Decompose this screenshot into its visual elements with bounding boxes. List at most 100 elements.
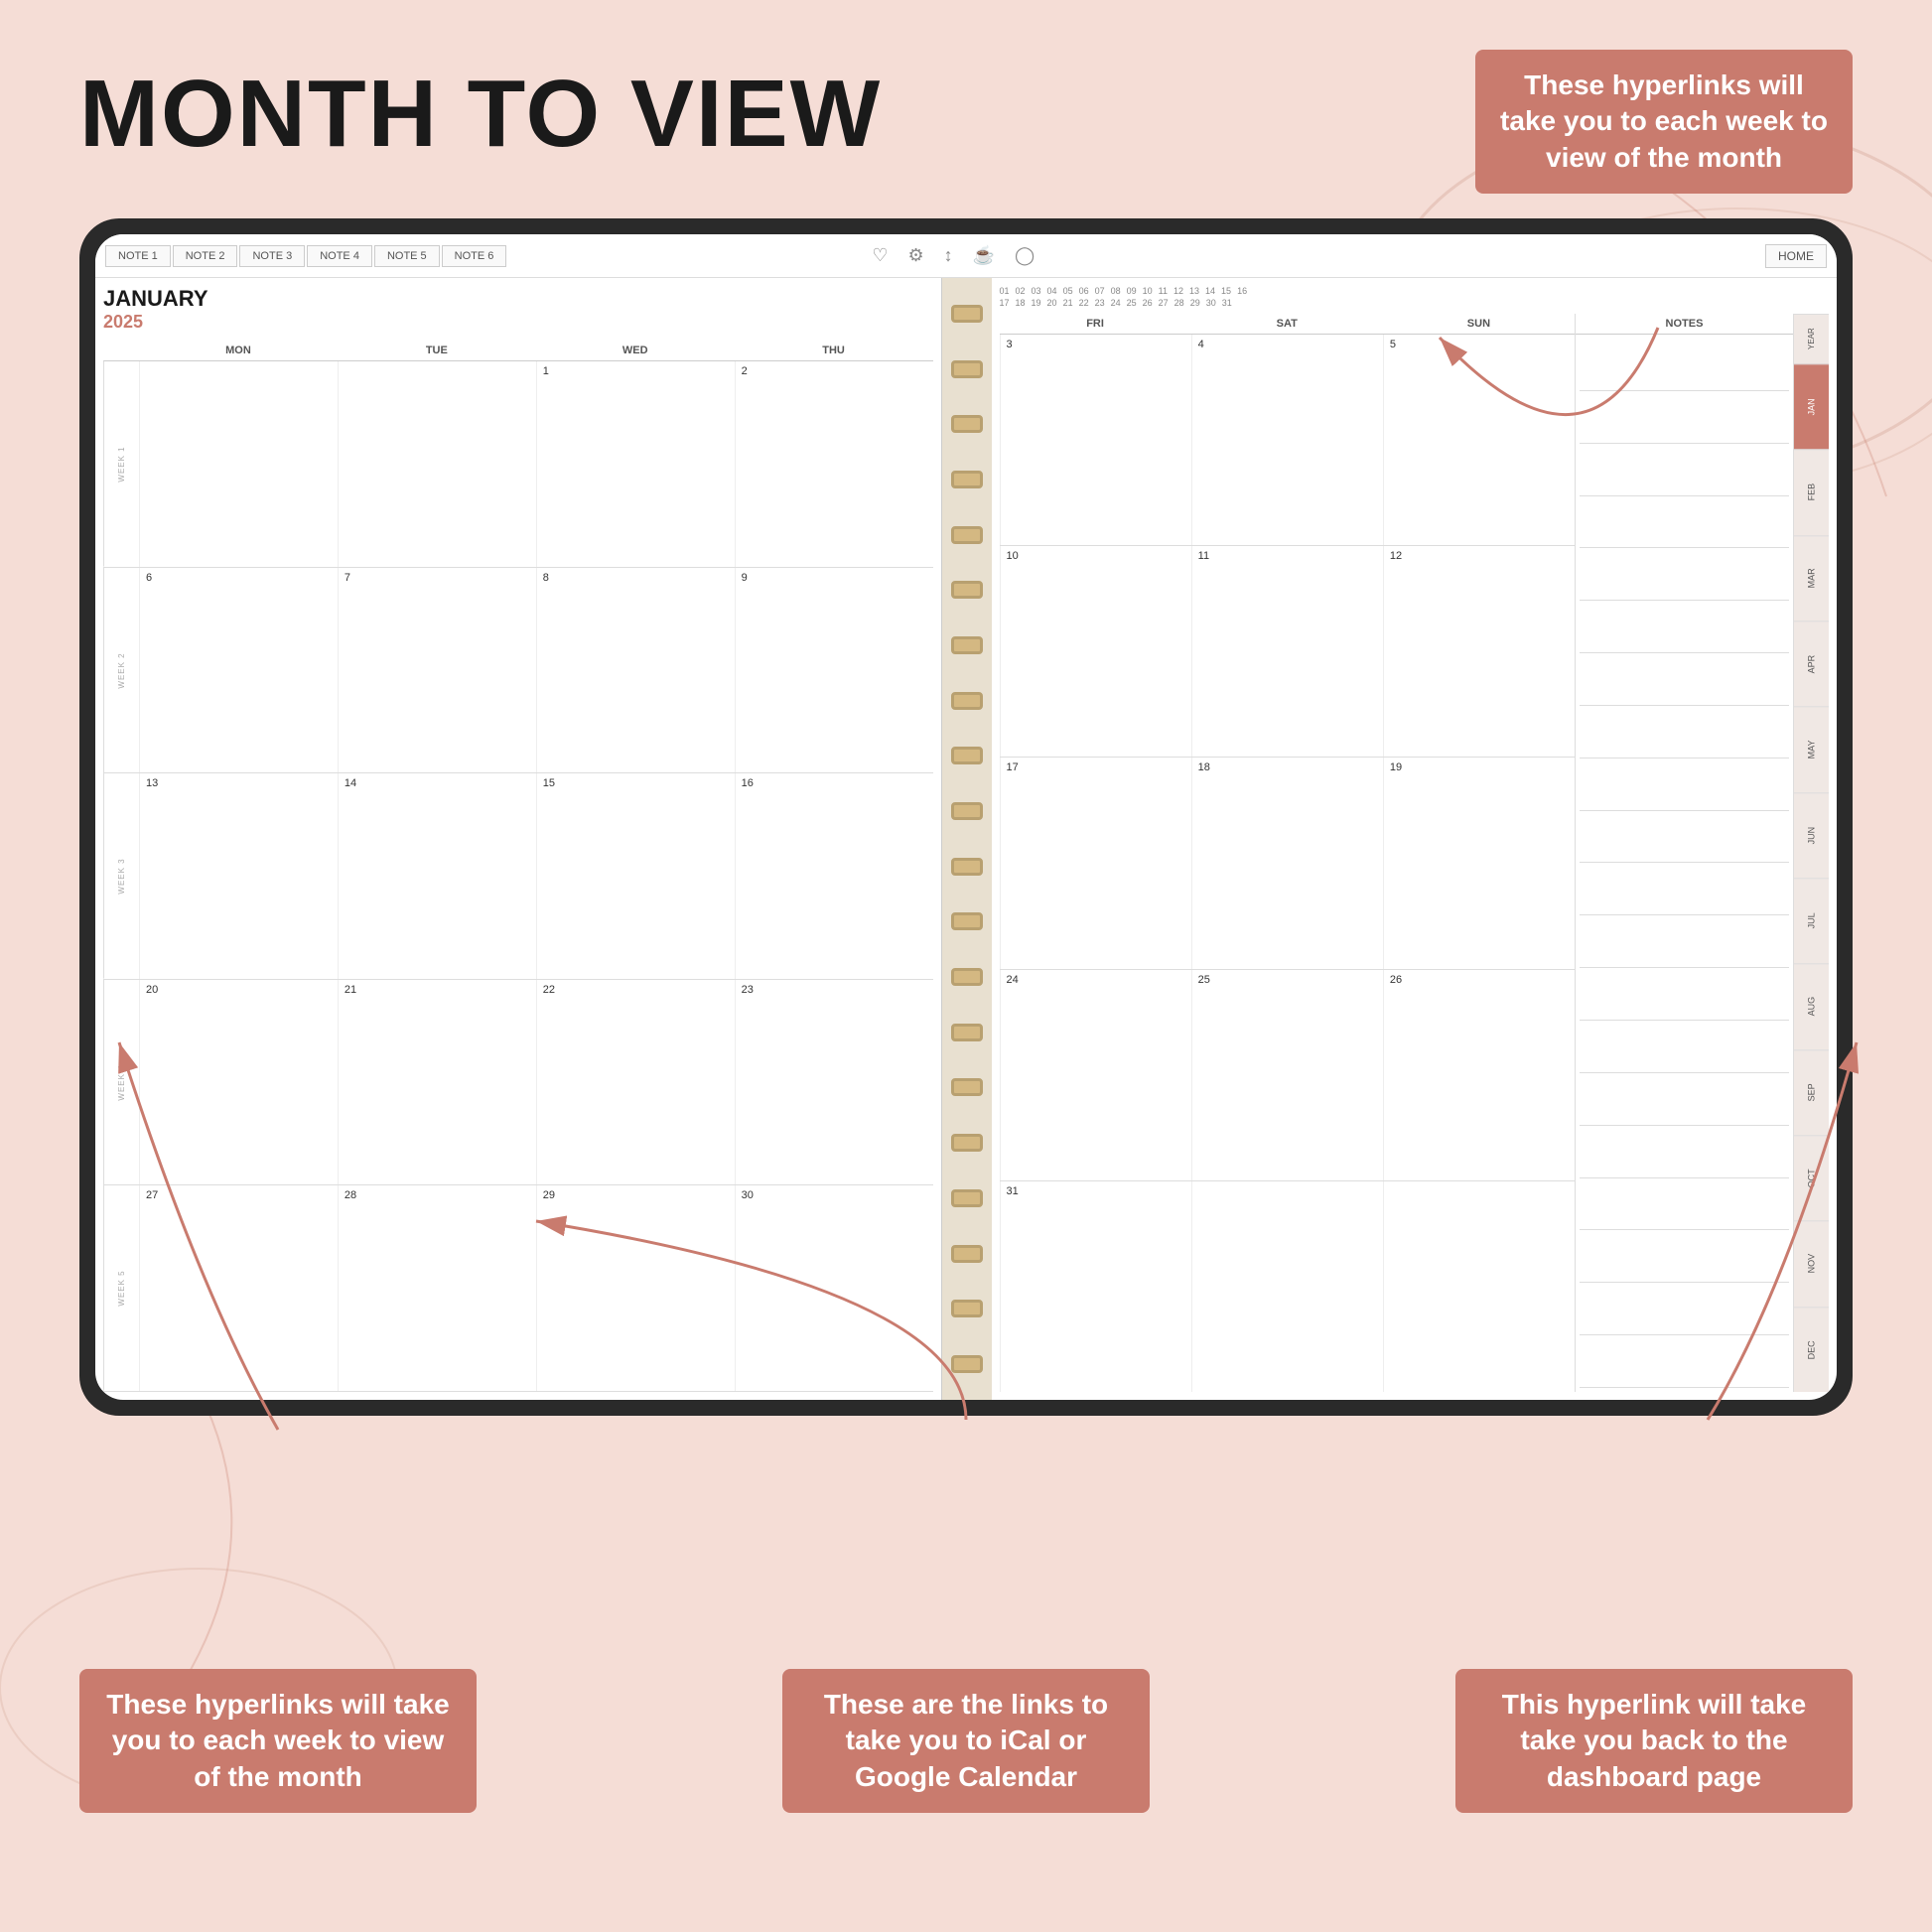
note-line[interactable] [1580, 915, 1789, 968]
day-cell[interactable]: 17 [1000, 758, 1191, 968]
note-line[interactable] [1580, 706, 1789, 759]
right-week-row-3: 17 18 19 [1000, 758, 1576, 969]
day-cell[interactable]: 11 [1191, 546, 1383, 757]
note-line[interactable] [1580, 1126, 1789, 1178]
right-calendar-container: FRI SAT SUN 3 4 5 10 11 [1000, 314, 1830, 1392]
tab-note4[interactable]: NOTE 4 [307, 245, 372, 267]
note-line[interactable] [1580, 811, 1789, 864]
note-line[interactable] [1580, 601, 1789, 653]
sidebar-month-mar[interactable]: MAR [1794, 535, 1829, 621]
fri-header: FRI [1000, 314, 1191, 334]
note-line[interactable] [1580, 496, 1789, 549]
note-line[interactable] [1580, 339, 1789, 391]
day-cell[interactable]: 9 [735, 568, 933, 773]
day-cell[interactable] [139, 361, 338, 567]
tue-header: TUE [338, 341, 536, 360]
week1-label[interactable]: WEEK 1 [103, 361, 139, 567]
day-cell[interactable]: 29 [536, 1185, 735, 1391]
note-line[interactable] [1580, 1230, 1789, 1283]
day-cell[interactable]: 23 [735, 980, 933, 1185]
week3-label[interactable]: WEEK 3 [103, 773, 139, 979]
day-cell[interactable]: 15 [536, 773, 735, 979]
note-line[interactable] [1580, 391, 1789, 444]
day-cell[interactable]: 30 [735, 1185, 933, 1391]
day-cell[interactable]: 7 [338, 568, 536, 773]
gear-icon[interactable]: ⚙ [907, 245, 923, 266]
day-cell[interactable]: 6 [139, 568, 338, 773]
notes-body[interactable] [1576, 335, 1793, 1392]
year-sidebar-label[interactable]: YEAR [1794, 314, 1829, 363]
day-cell[interactable]: 3 [1000, 335, 1191, 545]
sidebar-month-nov[interactable]: NOV [1794, 1220, 1829, 1306]
sidebar-month-jul[interactable]: JUL [1794, 878, 1829, 963]
note-line[interactable] [1580, 444, 1789, 496]
home-button[interactable]: HOME [1765, 244, 1827, 268]
tab-note2[interactable]: NOTE 2 [173, 245, 238, 267]
sidebar-month-sep[interactable]: SEP [1794, 1049, 1829, 1135]
note-line[interactable] [1580, 1335, 1789, 1388]
day-cell[interactable]: 28 [338, 1185, 536, 1391]
tab-note6[interactable]: NOTE 6 [442, 245, 507, 267]
spiral-ring [951, 526, 983, 544]
circle-icon[interactable]: ◯ [1015, 245, 1035, 266]
sidebar-month-apr[interactable]: APR [1794, 621, 1829, 706]
day-cell[interactable]: 13 [139, 773, 338, 979]
day-cell[interactable]: 31 [1000, 1181, 1191, 1392]
day-cell[interactable]: 10 [1000, 546, 1191, 757]
note-line[interactable] [1580, 863, 1789, 915]
day-cell[interactable]: 27 [139, 1185, 338, 1391]
tab-note1[interactable]: NOTE 1 [105, 245, 171, 267]
day-cell[interactable]: 20 [139, 980, 338, 1185]
note-line[interactable] [1580, 653, 1789, 706]
day-cell[interactable]: 1 [536, 361, 735, 567]
right-week-row-5: 31 [1000, 1181, 1576, 1392]
note-line[interactable] [1580, 1283, 1789, 1335]
spiral-ring [951, 360, 983, 378]
spiral-ring [951, 415, 983, 433]
month-header: JANUARY 2025 [103, 286, 933, 333]
sidebar-month-feb[interactable]: FEB [1794, 449, 1829, 534]
day-cell[interactable]: 21 [338, 980, 536, 1185]
tab-note5[interactable]: NOTE 5 [374, 245, 440, 267]
day-cell[interactable]: 14 [338, 773, 536, 979]
tab-note3[interactable]: NOTE 3 [239, 245, 305, 267]
page-title: MONTH TO VIEW [79, 60, 882, 169]
day-cell[interactable]: 16 [735, 773, 933, 979]
coffee-icon[interactable]: ☕ [973, 245, 995, 266]
right-days-grid: FRI SAT SUN 3 4 5 10 11 [1000, 314, 1576, 1392]
sidebar-month-dec[interactable]: DEC [1794, 1307, 1829, 1392]
day-cell[interactable] [1191, 1181, 1383, 1392]
day-cell[interactable]: 4 [1191, 335, 1383, 545]
day-cell[interactable] [1383, 1181, 1575, 1392]
day-cell[interactable] [338, 361, 536, 567]
day-cell[interactable]: 2 [735, 361, 933, 567]
day-cell[interactable]: 12 [1383, 546, 1575, 757]
day-cell[interactable]: 24 [1000, 970, 1191, 1180]
week5-label[interactable]: WEEK 5 [103, 1185, 139, 1391]
sidebar-month-aug[interactable]: AUG [1794, 963, 1829, 1048]
day-cell[interactable]: 5 [1383, 335, 1575, 545]
month-sidebar: YEAR JAN FEB MAR APR MAY JUN JUL AUG SEP… [1793, 314, 1829, 1392]
note-line[interactable] [1580, 548, 1789, 601]
sidebar-month-may[interactable]: MAY [1794, 706, 1829, 791]
sidebar-month-oct[interactable]: OCT [1794, 1135, 1829, 1220]
day-cell[interactable]: 19 [1383, 758, 1575, 968]
fitness-icon[interactable]: ↕ [944, 245, 953, 266]
day-cell[interactable]: 8 [536, 568, 735, 773]
day-cell[interactable]: 18 [1191, 758, 1383, 968]
week4-label[interactable]: WEEK 4 [103, 980, 139, 1185]
day-cell[interactable]: 22 [536, 980, 735, 1185]
note-line[interactable] [1580, 1021, 1789, 1073]
note-line[interactable] [1580, 1178, 1789, 1231]
note-line[interactable] [1580, 968, 1789, 1021]
day-cell[interactable]: 26 [1383, 970, 1575, 1180]
note-line[interactable] [1580, 1073, 1789, 1126]
date-numbers-row2: 17181920 21222324 25262728 293031 [1000, 298, 1830, 308]
sidebar-month-jan[interactable]: JAN [1794, 363, 1829, 449]
sidebar-month-jun[interactable]: JUN [1794, 792, 1829, 878]
note-line[interactable] [1580, 759, 1789, 811]
heart-icon[interactable]: ♡ [872, 245, 888, 266]
week2-label[interactable]: WEEK 2 [103, 568, 139, 773]
day-cell[interactable]: 25 [1191, 970, 1383, 1180]
spiral-ring [951, 912, 983, 930]
